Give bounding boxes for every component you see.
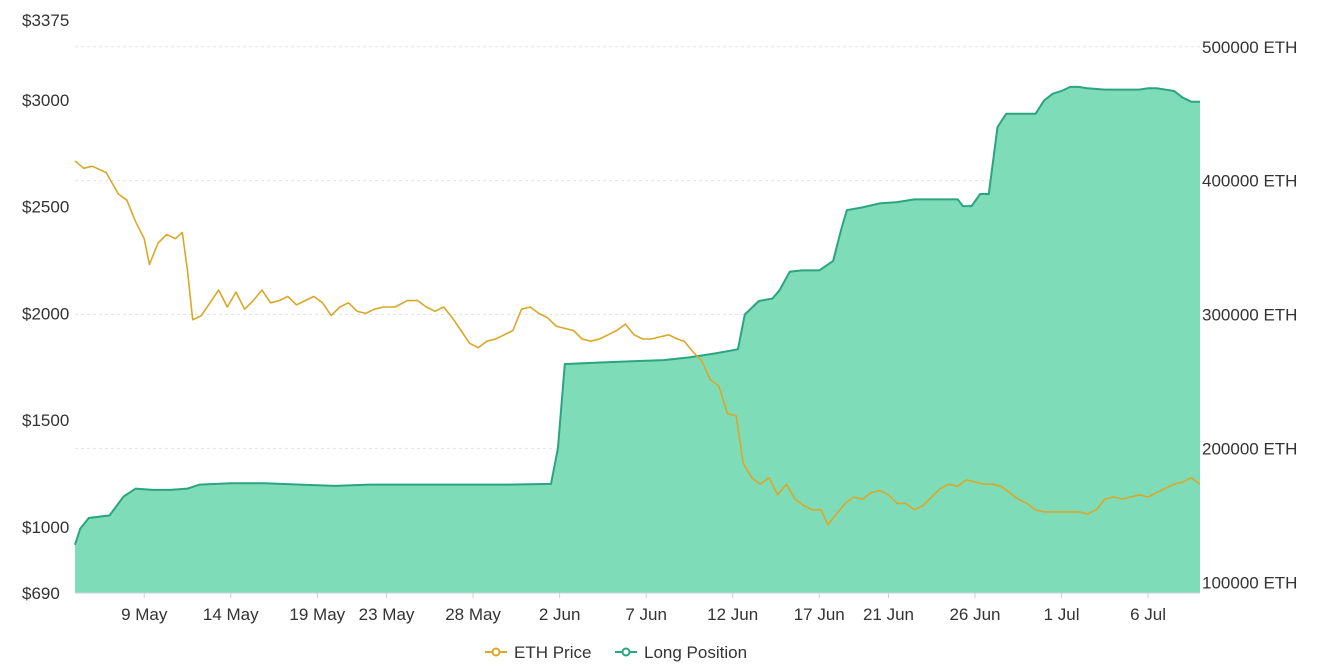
- legend[interactable]: ETH Price Long Position: [485, 643, 747, 662]
- chart-svg: $3375 $3000 $2500 $2000 $1500 $1000 $690 500000…: [22, 11, 1297, 662]
- x-tick-label: 9 May: [121, 605, 168, 624]
- x-tick-label: 19 May: [289, 605, 345, 624]
- y-left-tick-label: $3000: [22, 91, 69, 110]
- x-tick-label: 21 Jun: [863, 605, 914, 624]
- x-tick-label: 23 May: [359, 605, 415, 624]
- x-tick-label: 7 Jun: [625, 605, 667, 624]
- y-left-tick-label: $3375: [22, 11, 69, 30]
- legend-label: ETH Price: [514, 643, 591, 662]
- y-right-tick-label: 300000 ETH: [1202, 306, 1297, 325]
- y-left-tick-label: $1500: [22, 411, 69, 430]
- long-position-area-fill: [75, 86, 1200, 594]
- x-tick-label: 1 Jul: [1044, 605, 1080, 624]
- x-tick-label: 17 Jun: [794, 605, 845, 624]
- x-tick-label: 2 Jun: [539, 605, 581, 624]
- y-right-tick-label: 400000 ETH: [1202, 172, 1297, 191]
- y-right-tick-label: 100000 ETH: [1202, 573, 1297, 592]
- eth-price-legend-marker-icon: [491, 647, 501, 657]
- y-right-tick-label: 500000 ETH: [1202, 38, 1297, 57]
- y-left-tick-label: $1000: [22, 518, 69, 537]
- legend-item-long-position[interactable]: Long Position: [615, 643, 747, 662]
- y-left-tick-label: $2500: [22, 198, 69, 217]
- y-right-tick-label: 200000 ETH: [1202, 439, 1297, 458]
- legend-item-eth-price[interactable]: ETH Price: [485, 643, 591, 662]
- chart-container: $3375 $3000 $2500 $2000 $1500 $1000 $690 500000…: [0, 0, 1320, 672]
- long-position-legend-marker-icon: [621, 647, 631, 657]
- legend-label: Long Position: [644, 643, 747, 662]
- long-position-area-layer: [74, 85, 1200, 594]
- x-tick-label: 12 Jun: [707, 605, 758, 624]
- x-tick-label: 6 Jul: [1130, 605, 1166, 624]
- y-left-tick-label: $2000: [22, 304, 69, 323]
- y-left-tick-label: $690: [22, 584, 60, 603]
- x-tick-label: 26 Jun: [949, 605, 1000, 624]
- x-tick-label: 28 May: [445, 605, 501, 624]
- x-tick-label: 14 May: [203, 605, 259, 624]
